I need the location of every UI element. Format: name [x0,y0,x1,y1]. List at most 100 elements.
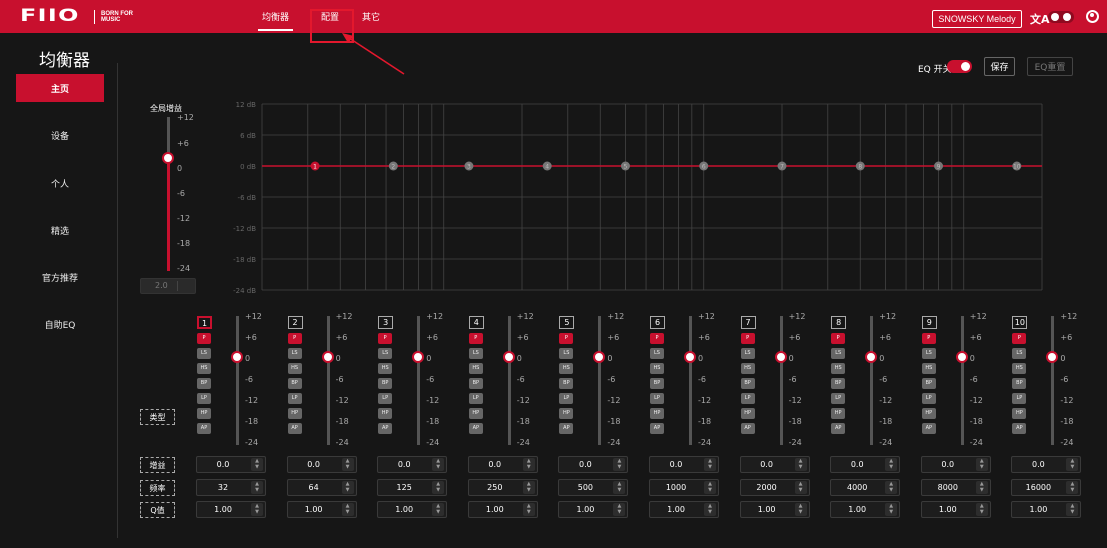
stepper-arrows-icon[interactable]: ▲ ▼ [341,458,354,471]
filter-type-p-button[interactable]: P [921,333,936,344]
filter-type-lp-button[interactable]: LP [287,393,302,404]
band-gain-input[interactable]: 0.0 ▲ ▼ [558,456,629,473]
filter-type-ls-button[interactable]: LS [378,348,393,359]
sidebar-item-personal[interactable]: 个人 [16,169,104,197]
band-gain-slider-thumb[interactable] [865,351,878,363]
band-number[interactable]: 7 [740,316,756,329]
filter-type-hp-button[interactable]: HP [378,408,393,419]
band-gain-slider-thumb[interactable] [684,351,696,363]
filter-type-ap-button[interactable]: AP [559,423,574,434]
band-gain-input[interactable]: 0.0 ▲ ▼ [920,456,991,473]
band-gain-slider-track[interactable] [960,316,964,445]
filter-type-bp-button[interactable]: BP [921,378,936,389]
sidebar-item-device[interactable]: 设备 [16,121,104,149]
band-number[interactable]: 1 [197,316,212,329]
eq-frequency-graph[interactable]: 12 dB 6 dB 0 dB -6 dB -12 dB -18 dB -24 dB 1 2 3 4… [212,98,1047,300]
filter-type-hs-button[interactable]: HS [1012,363,1027,374]
band-freq-input[interactable]: 4000 ▲ ▼ [830,479,901,496]
translate-icon[interactable]: 文A [1030,11,1050,27]
filter-type-ap-button[interactable]: AP [378,423,393,434]
filter-type-bp-button[interactable]: BP [559,378,574,389]
filter-type-bp-button[interactable]: BP [378,378,393,389]
band-gain-slider-track[interactable] [236,316,239,445]
stepper-arrows-icon[interactable]: ▲ ▼ [522,481,535,494]
stepper-arrows-icon[interactable]: ▲ ▼ [251,458,263,471]
band-q-input[interactable]: 1.00 ▲ ▼ [558,501,629,518]
stepper-arrows-icon[interactable]: ▲ ▼ [1066,481,1079,494]
band-q-input[interactable]: 1.00 ▲ ▼ [920,501,991,518]
band-gain-slider-thumb[interactable] [774,351,787,363]
band-gain-slider-track[interactable] [870,316,874,445]
filter-type-hs-button[interactable]: HS [197,363,211,374]
band-freq-input[interactable]: 2000 ▲ ▼ [739,479,810,496]
band-gain-slider-thumb[interactable] [593,351,606,363]
filter-type-hp-button[interactable]: HP [559,408,574,419]
band-q-input[interactable]: 1.00 ▲ ▼ [467,501,538,518]
filter-type-p-button[interactable]: P [650,333,664,344]
stepper-arrows-icon[interactable]: ▲ ▼ [341,481,354,494]
filter-type-bp-button[interactable]: BP [197,378,211,389]
stepper-arrows-icon[interactable]: ▲ ▼ [794,503,807,516]
filter-type-lp-button[interactable]: LP [1012,393,1027,404]
band-freq-input[interactable]: 250 ▲ ▼ [467,479,538,496]
band-gain-slider-track[interactable] [1051,316,1055,445]
filter-type-lp-button[interactable]: LP [831,393,846,404]
filter-type-ap-button[interactable]: AP [831,423,846,434]
band-gain-input[interactable]: 0.0 ▲ ▼ [286,456,357,473]
band-number[interactable]: 2 [287,316,303,329]
band-q-input[interactable]: 1.00 ▲ ▼ [196,501,266,518]
eq-reset-button[interactable]: EQ重置 [1027,57,1073,76]
theme-toggle-icon[interactable] [1048,11,1074,23]
filter-type-hs-button[interactable]: HS [378,363,393,374]
sidebar-item-auto-eq[interactable]: 自助EQ [16,310,104,338]
filter-type-lp-button[interactable]: LP [650,393,664,404]
stepper-arrows-icon[interactable]: ▲ ▼ [522,458,535,471]
sidebar-item-featured[interactable]: 精选 [16,216,104,244]
filter-type-lp-button[interactable]: LP [559,393,574,404]
stepper-arrows-icon[interactable]: ▲ ▼ [975,503,988,516]
filter-type-ls-button[interactable]: LS [921,348,936,359]
band-q-input[interactable]: 1.00 ▲ ▼ [649,501,719,518]
stepper-arrows-icon[interactable]: ▲ ▼ [794,481,807,494]
band-gain-slider-track[interactable] [507,316,511,445]
band-gain-input[interactable]: 0.0 ▲ ▼ [830,456,901,473]
band-number[interactable]: 8 [831,316,847,329]
stepper-arrows-icon[interactable]: ▲ ▼ [975,481,988,494]
band-number[interactable]: 3 [378,316,394,329]
band-number[interactable]: 5 [559,316,575,329]
band-freq-input[interactable]: 125 ▲ ▼ [377,479,448,496]
sidebar-item-home[interactable]: 主页 [16,74,104,102]
filter-type-hs-button[interactable]: HS [650,363,664,374]
filter-type-lp-button[interactable]: LP [197,393,211,404]
band-q-input[interactable]: 1.00 ▲ ▼ [830,501,901,518]
band-freq-input[interactable]: 8000 ▲ ▼ [920,479,991,496]
band-gain-input[interactable]: 0.0 ▲ ▼ [739,456,810,473]
stepper-arrows-icon[interactable]: ▲ ▼ [613,481,626,494]
stepper-arrows-icon[interactable]: ▲ ▼ [432,481,445,494]
filter-type-lp-button[interactable]: LP [740,393,755,404]
band-number[interactable]: 6 [650,316,665,329]
band-number[interactable]: 4 [468,316,484,329]
filter-type-ls-button[interactable]: LS [468,348,483,359]
band-q-input[interactable]: 1.00 ▲ ▼ [1011,501,1082,518]
band-gain-slider-track[interactable] [326,316,330,445]
stepper-arrows-icon[interactable]: ▲ ▼ [522,503,535,516]
band-gain-slider-thumb[interactable] [502,351,515,363]
filter-type-bp-button[interactable]: BP [287,378,302,389]
band-gain-slider-thumb[interactable] [231,351,243,363]
stepper-arrows-icon[interactable]: ▲ ▼ [704,503,716,516]
filter-type-bp-button[interactable]: BP [831,378,846,389]
filter-type-hp-button[interactable]: HP [650,408,664,419]
filter-type-lp-button[interactable]: LP [378,393,393,404]
filter-type-bp-button[interactable]: BP [468,378,483,389]
save-button[interactable]: 保存 [984,57,1015,76]
band-q-input[interactable]: 1.00 ▲ ▼ [286,501,357,518]
filter-type-hp-button[interactable]: HP [197,408,211,419]
filter-type-hp-button[interactable]: HP [831,408,846,419]
filter-type-ls-button[interactable]: LS [287,348,302,359]
filter-type-hp-button[interactable]: HP [921,408,936,419]
band-gain-slider-thumb[interactable] [321,351,334,363]
stepper-arrows-icon[interactable]: ▲ ▼ [975,458,988,471]
sidebar-item-official[interactable]: 官方推荐 [16,263,104,291]
stepper-arrows-icon[interactable]: ▲ ▼ [251,481,263,494]
